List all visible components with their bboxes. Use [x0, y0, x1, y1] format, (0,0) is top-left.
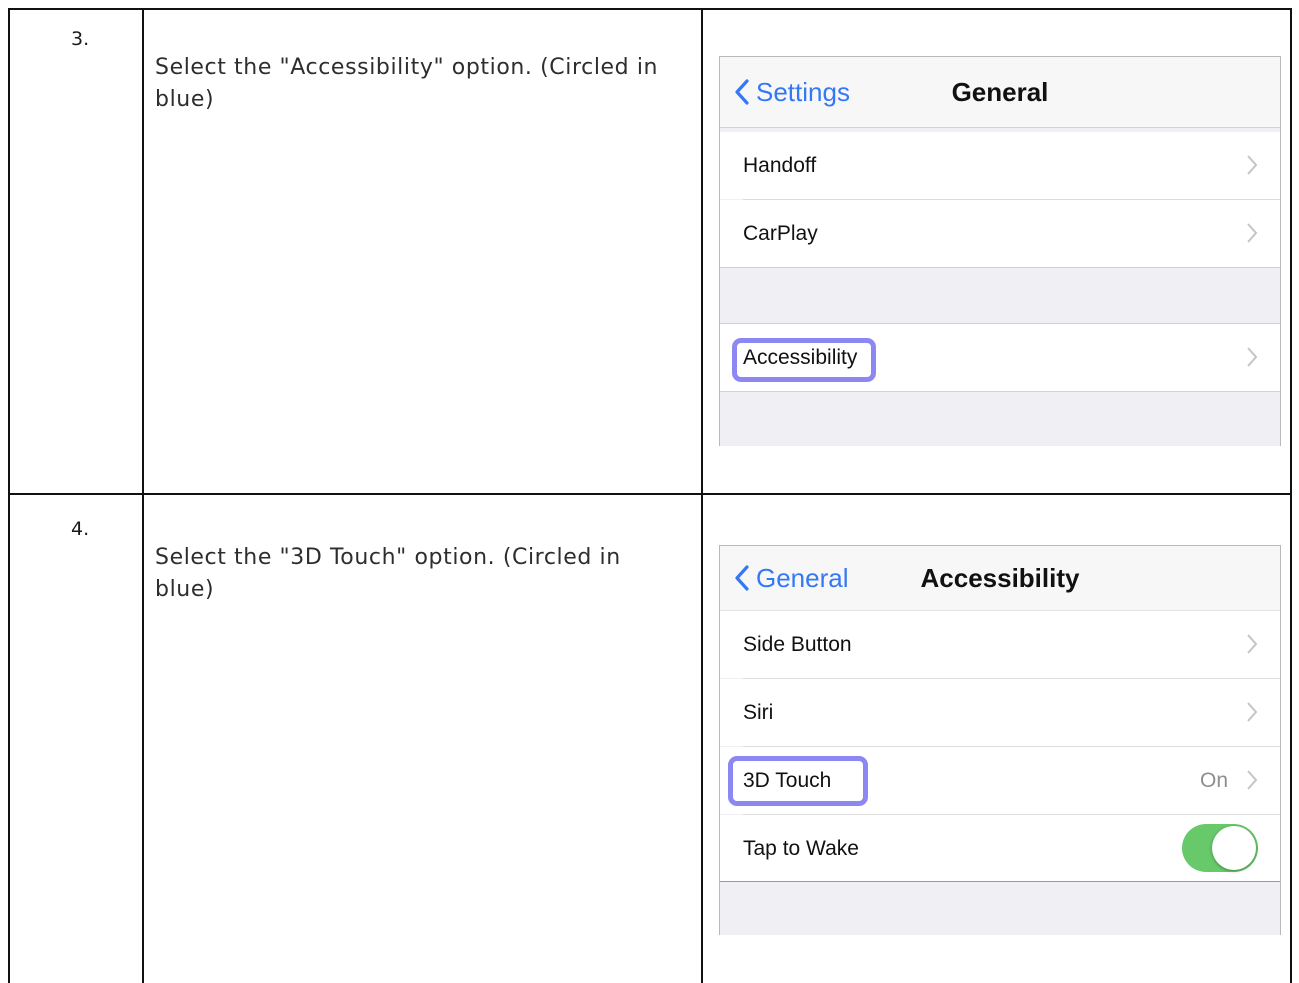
row-label: Siri	[743, 700, 774, 724]
table-border-left	[8, 8, 10, 983]
toggle-knob	[1212, 826, 1256, 870]
tap-to-wake-toggle[interactable]	[1182, 824, 1258, 872]
settings-row-handoff[interactable]: Handoff	[720, 132, 1280, 199]
nav-title: Accessibility	[920, 562, 1080, 593]
highlight-circle	[728, 756, 868, 806]
row-label: Side Button	[743, 632, 852, 656]
row-label: Handoff	[743, 153, 817, 177]
settings-row-side-button[interactable]: Side Button	[720, 611, 1280, 678]
table-border-top	[8, 8, 1292, 10]
table-divider-col1	[142, 8, 144, 983]
step-number: 3.	[71, 28, 90, 50]
table-divider-col2	[701, 8, 703, 983]
step-instruction: Select the "Accessibility" option. (Circ…	[155, 55, 659, 112]
settings-row-siri[interactable]: Siri	[720, 679, 1280, 746]
highlight-circle	[732, 338, 876, 382]
nav-bar: Settings General	[720, 57, 1280, 128]
row-label: CarPlay	[743, 221, 818, 245]
nav-bar: General Accessibility	[720, 546, 1280, 611]
separator	[720, 881, 1280, 882]
iphone-screenshot-general: Settings General Handoff CarPlay Accessi…	[719, 56, 1281, 446]
chevron-right-icon	[1247, 702, 1258, 722]
row-label: Tap to Wake	[743, 836, 859, 860]
settings-row-tap-to-wake: Tap to Wake	[720, 815, 1280, 882]
settings-row-carplay[interactable]: CarPlay	[720, 200, 1280, 267]
table-border-right	[1290, 8, 1292, 983]
separator	[720, 391, 1280, 392]
chevron-right-icon	[1247, 634, 1258, 654]
step-instruction: Select the "3D Touch" option. (Circled i…	[155, 545, 621, 602]
chevron-right-icon	[1247, 770, 1258, 790]
chevron-right-icon	[1247, 223, 1258, 243]
step-number: 4.	[71, 518, 90, 540]
row-detail-value: On	[1199, 768, 1228, 792]
separator	[720, 267, 1280, 268]
chevron-right-icon	[1247, 155, 1258, 175]
table-divider-row	[8, 493, 1292, 495]
chevron-right-icon	[1247, 347, 1258, 367]
separator	[720, 127, 1280, 128]
nav-title: General	[951, 76, 1049, 107]
iphone-screenshot-accessibility: General Accessibility Side Button Siri 3…	[719, 545, 1281, 935]
